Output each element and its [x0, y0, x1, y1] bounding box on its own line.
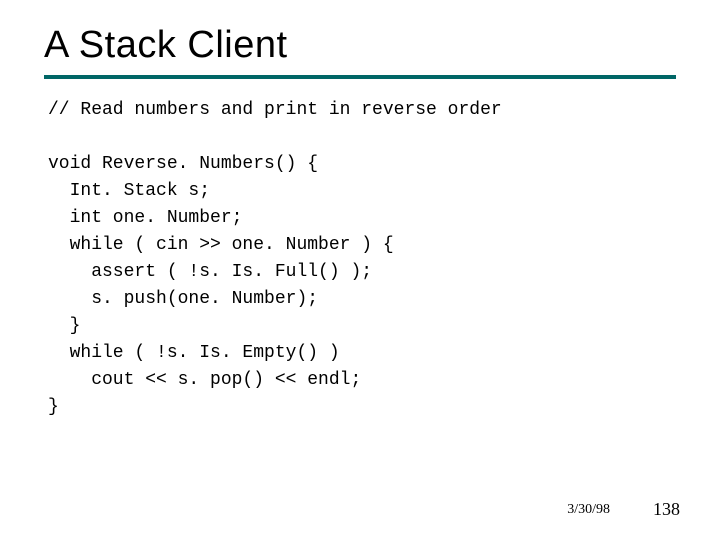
code-block: // Read numbers and print in reverse ord…	[48, 97, 720, 421]
slide-title: A Stack Client	[0, 0, 720, 75]
footer-date: 3/30/98	[567, 502, 610, 518]
title-underline	[44, 75, 676, 79]
slide: A Stack Client // Read numbers and print…	[0, 0, 720, 540]
footer-page-number: 138	[653, 499, 680, 520]
